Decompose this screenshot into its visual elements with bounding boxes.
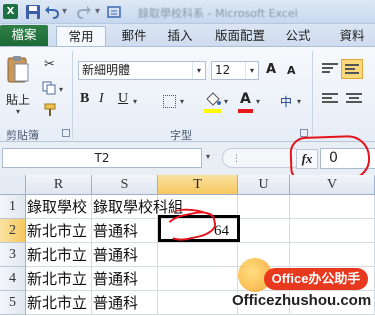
cell-v1[interactable] bbox=[290, 195, 375, 219]
select-all-corner[interactable] bbox=[0, 175, 26, 195]
tab-formulas[interactable]: 公式 bbox=[280, 26, 316, 46]
paste-button[interactable]: 貼上 bbox=[6, 91, 30, 108]
column-header-r[interactable]: R bbox=[26, 175, 92, 195]
font-color-swatch bbox=[238, 109, 253, 113]
window-title: 錄取學校科系 - Microsoft Excel bbox=[138, 7, 298, 20]
shrink-font-icon[interactable]: A bbox=[287, 64, 296, 77]
fill-color-swatch bbox=[204, 109, 221, 113]
cell-t3[interactable] bbox=[158, 243, 238, 267]
ribbon-tabs: 檔案 常用 郵件 插入 版面配置 公式 資料 bbox=[0, 24, 375, 46]
fill-color-icon[interactable] bbox=[204, 91, 221, 109]
cell-r1[interactable]: 錄取學校 bbox=[26, 195, 92, 219]
row-header[interactable]: 4 bbox=[0, 267, 26, 291]
cell-r5[interactable]: 新北市立 bbox=[26, 291, 92, 315]
font-size-select[interactable]: 12 ▾ bbox=[211, 61, 259, 80]
row-header[interactable]: 2 bbox=[0, 219, 26, 243]
cell-v2[interactable] bbox=[290, 219, 375, 243]
undo-icon[interactable] bbox=[44, 4, 60, 20]
cell-t4[interactable] bbox=[158, 267, 238, 291]
phonetic-guide-icon[interactable]: 中 bbox=[280, 93, 292, 110]
name-box-dropdown-icon[interactable]: ▾ bbox=[206, 152, 210, 161]
paste-dropdown-icon[interactable]: ▾ bbox=[16, 107, 20, 116]
row-header[interactable]: 1 bbox=[0, 195, 26, 219]
splitter-grip-icon: ⋮ bbox=[232, 154, 241, 164]
align-center-icon[interactable] bbox=[346, 93, 362, 107]
cell-s1[interactable]: 錄取學校科組 bbox=[92, 195, 183, 219]
customize-quick-access-icon[interactable] bbox=[106, 4, 122, 20]
clipboard-group-label: 剪貼簿 bbox=[6, 129, 39, 142]
watermark-url: Officezhushou.com bbox=[232, 292, 372, 309]
underline-button[interactable]: U bbox=[118, 91, 128, 107]
row-header[interactable]: 5 bbox=[0, 291, 26, 315]
align-middle-button[interactable] bbox=[341, 59, 363, 79]
cell-r3[interactable]: 新北市立 bbox=[26, 243, 92, 267]
align-left-icon[interactable] bbox=[322, 93, 338, 107]
redo-icon[interactable] bbox=[76, 4, 92, 20]
font-size-dropdown-icon[interactable]: ▾ bbox=[245, 62, 258, 79]
font-color-dropdown-icon[interactable]: ▾ bbox=[256, 97, 260, 106]
cell-v3[interactable] bbox=[290, 243, 375, 267]
copy-icon[interactable] bbox=[42, 81, 56, 95]
borders-icon[interactable] bbox=[163, 95, 176, 108]
cell-u1[interactable] bbox=[238, 195, 290, 219]
cell-s3[interactable]: 普通科 bbox=[92, 243, 158, 267]
cell-r2[interactable]: 新北市立 bbox=[26, 219, 92, 243]
excel-app-icon[interactable]: X bbox=[3, 4, 18, 19]
cell-s2[interactable]: 普通科 bbox=[92, 219, 158, 243]
group-divider bbox=[72, 51, 73, 139]
phonetic-dropdown-icon[interactable]: ▾ bbox=[297, 97, 301, 106]
group-divider bbox=[312, 51, 313, 139]
tab-home[interactable]: 常用 bbox=[56, 26, 106, 46]
format-painter-icon[interactable] bbox=[43, 103, 57, 117]
fill-color-dropdown-icon[interactable]: ▾ bbox=[224, 97, 228, 106]
copy-dropdown-icon[interactable]: ▾ bbox=[59, 85, 63, 94]
undo-dropdown-icon[interactable]: ▾ bbox=[62, 6, 67, 17]
font-name-value: 新細明體 bbox=[82, 63, 131, 77]
cell-s5[interactable]: 普通科 bbox=[92, 291, 158, 315]
tab-mailings[interactable]: 郵件 bbox=[112, 26, 156, 46]
tab-insert[interactable]: 插入 bbox=[162, 26, 198, 46]
column-header-u[interactable]: U bbox=[238, 175, 290, 195]
column-header-s[interactable]: S bbox=[92, 175, 158, 195]
tab-page-layout[interactable]: 版面配置 bbox=[210, 26, 270, 46]
cell-s4[interactable]: 普通科 bbox=[92, 267, 158, 291]
column-header-v[interactable]: V bbox=[290, 175, 375, 195]
tab-file[interactable]: 檔案 bbox=[0, 25, 48, 46]
watermark-badge: Office办公助手 bbox=[264, 268, 368, 290]
cell-r4[interactable]: 新北市立 bbox=[26, 267, 92, 291]
name-box[interactable]: T2 bbox=[2, 148, 202, 168]
cell-t5[interactable] bbox=[158, 291, 238, 315]
save-icon[interactable] bbox=[25, 4, 41, 20]
font-group-label: 字型 bbox=[170, 129, 192, 142]
tab-data[interactable]: 資料 bbox=[334, 26, 370, 46]
align-middle-icon bbox=[342, 60, 362, 80]
paste-icon[interactable] bbox=[7, 55, 29, 83]
cell-u2[interactable] bbox=[238, 219, 290, 243]
bold-button[interactable]: B bbox=[80, 91, 89, 107]
clipboard-launcher-icon[interactable] bbox=[62, 129, 70, 137]
font-color-icon[interactable]: A bbox=[240, 91, 251, 107]
title-bar: X ▾ ▾ 錄取學校科系 - Microsoft Excel bbox=[0, 0, 375, 24]
font-name-select[interactable]: 新細明體 ▾ bbox=[78, 61, 206, 80]
grow-font-icon[interactable]: A bbox=[266, 62, 276, 77]
column-header-t[interactable]: T bbox=[158, 175, 238, 195]
borders-dropdown-icon[interactable]: ▾ bbox=[180, 97, 184, 106]
row-header[interactable]: 3 bbox=[0, 243, 26, 267]
underline-dropdown-icon[interactable]: ▾ bbox=[133, 97, 137, 106]
ribbon-home: 貼上 ▾ ✂ ▾ 剪貼簿 新細明體 ▾ 12 ▾ A A B I U ▾ ▾ ▾… bbox=[0, 46, 375, 142]
font-size-value: 12 bbox=[215, 63, 231, 77]
italic-button[interactable]: I bbox=[99, 91, 104, 107]
align-top-icon[interactable] bbox=[322, 63, 338, 77]
cut-icon[interactable]: ✂ bbox=[44, 57, 55, 72]
redo-dropdown-icon[interactable]: ▾ bbox=[95, 6, 100, 17]
font-name-dropdown-icon[interactable]: ▾ bbox=[192, 62, 205, 79]
